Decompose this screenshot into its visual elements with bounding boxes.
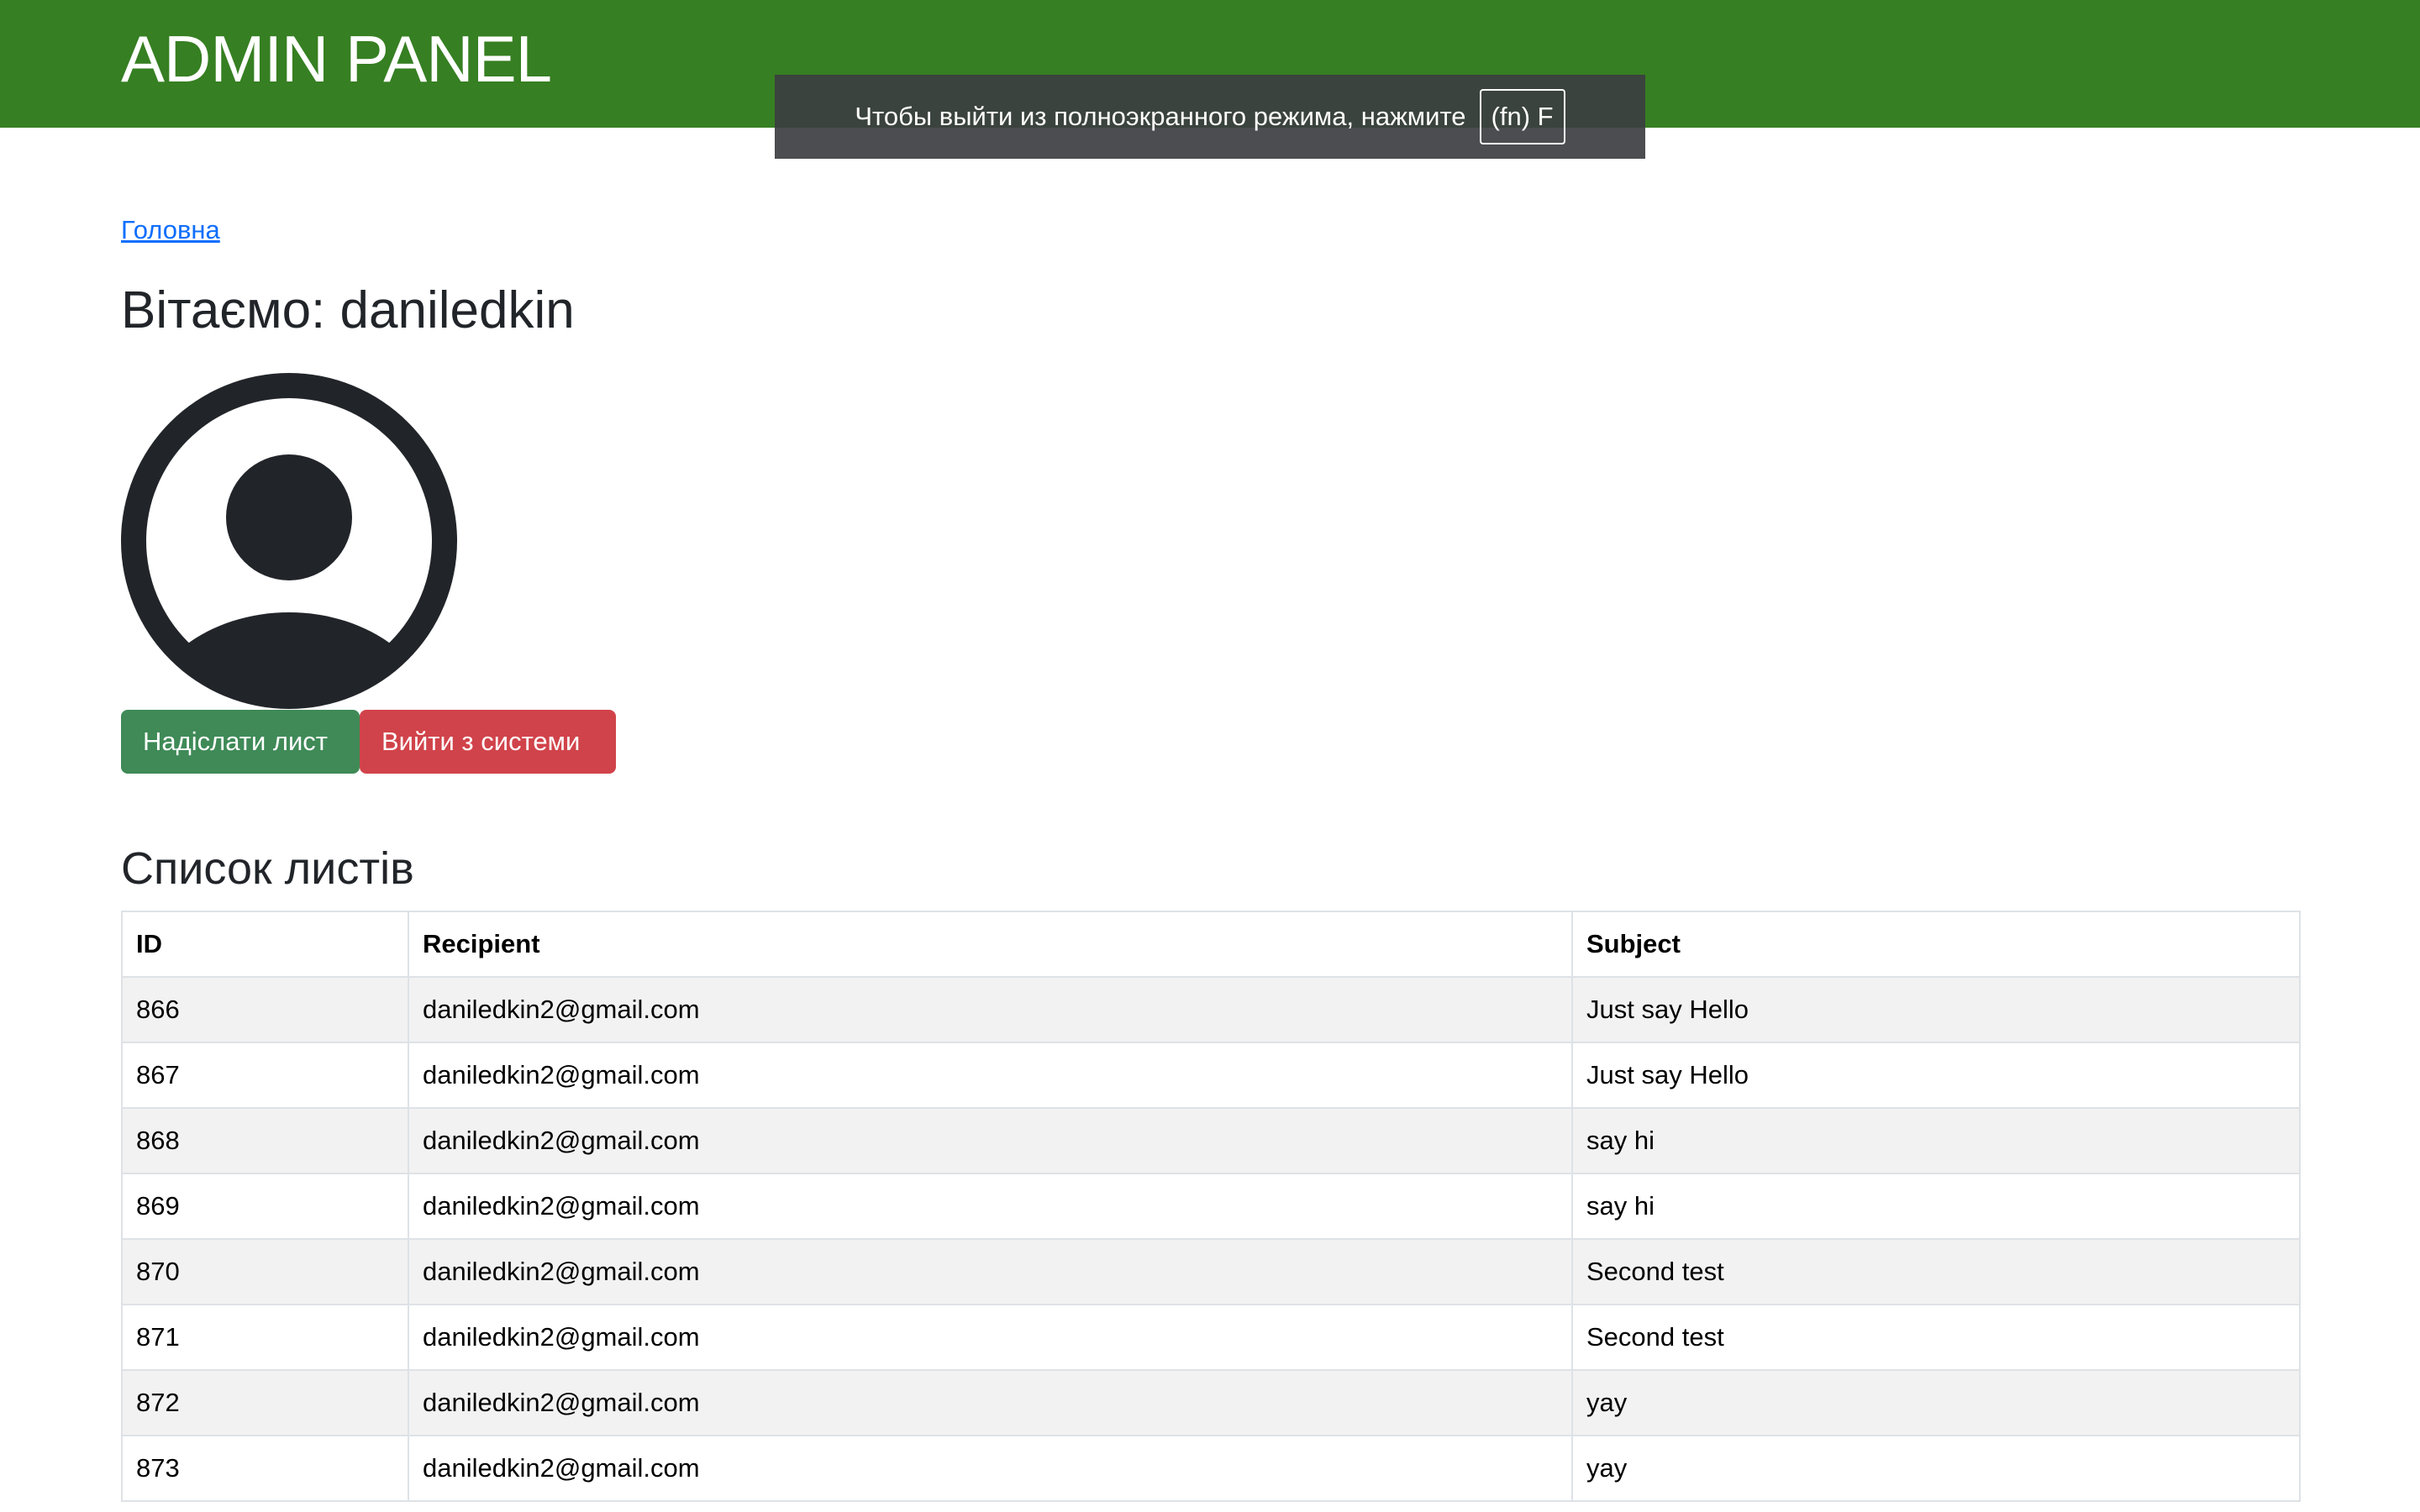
breadcrumb-home-link[interactable]: Головна	[121, 215, 220, 245]
cell-subject: yay	[1571, 1435, 2301, 1502]
app-title: ADMIN PANEL	[121, 22, 552, 96]
cell-id: 867	[121, 1042, 409, 1109]
table-row: 873 daniledkin2@gmail.com yay	[121, 1435, 2301, 1502]
page-title: Вітаємо: daniledkin	[121, 281, 575, 339]
cell-subject: Second test	[1571, 1238, 2301, 1305]
cell-id: 870	[121, 1238, 409, 1305]
cell-recipient: daniledkin2@gmail.com	[408, 1304, 1573, 1371]
cell-id: 868	[121, 1107, 409, 1174]
table-row: 871 daniledkin2@gmail.com Second test	[121, 1304, 2301, 1371]
cell-subject: say hi	[1571, 1107, 2301, 1174]
cell-recipient: daniledkin2@gmail.com	[408, 1173, 1573, 1240]
cell-subject: Just say Hello	[1571, 976, 2301, 1043]
cell-id: 866	[121, 976, 409, 1043]
fullscreen-notice: Чтобы выйти из полноэкранного режима, на…	[775, 75, 1645, 159]
user-circle-icon	[121, 373, 457, 709]
table-row: 868 daniledkin2@gmail.com say hi	[121, 1107, 2301, 1174]
cell-id: 873	[121, 1435, 409, 1502]
cell-recipient: daniledkin2@gmail.com	[408, 1042, 1573, 1109]
cell-recipient: daniledkin2@gmail.com	[408, 976, 1573, 1043]
fullscreen-key-hint: (fn) F	[1479, 89, 1565, 144]
column-header-id: ID	[121, 911, 409, 978]
table-row: 867 daniledkin2@gmail.com Just say Hello	[121, 1042, 2301, 1109]
column-header-subject: Subject	[1571, 911, 2301, 978]
column-header-recipient: Recipient	[408, 911, 1573, 978]
table-header-row: ID Recipient Subject	[121, 911, 2301, 978]
cell-subject: Just say Hello	[1571, 1042, 2301, 1109]
cell-subject: Second test	[1571, 1304, 2301, 1371]
cell-subject: say hi	[1571, 1173, 2301, 1240]
mail-table: ID Recipient Subject 866 daniledkin2@gma…	[121, 911, 2301, 1502]
cell-subject: yay	[1571, 1369, 2301, 1436]
cell-recipient: daniledkin2@gmail.com	[408, 1238, 1573, 1305]
logout-button[interactable]: Вийти з системи	[360, 710, 616, 774]
cell-recipient: daniledkin2@gmail.com	[408, 1107, 1573, 1174]
mail-list-title: Список листів	[121, 843, 414, 894]
send-mail-button[interactable]: Надіслати лист	[121, 710, 360, 774]
cell-recipient: daniledkin2@gmail.com	[408, 1369, 1573, 1436]
table-row: 872 daniledkin2@gmail.com yay	[121, 1369, 2301, 1436]
cell-id: 871	[121, 1304, 409, 1371]
table-row: 869 daniledkin2@gmail.com say hi	[121, 1173, 2301, 1240]
fullscreen-notice-text: Чтобы выйти из полноэкранного режима, на…	[855, 102, 1466, 131]
cell-id: 872	[121, 1369, 409, 1436]
cell-id: 869	[121, 1173, 409, 1240]
table-row: 866 daniledkin2@gmail.com Just say Hello	[121, 976, 2301, 1043]
table-row: 870 daniledkin2@gmail.com Second test	[121, 1238, 2301, 1305]
cell-recipient: daniledkin2@gmail.com	[408, 1435, 1573, 1502]
